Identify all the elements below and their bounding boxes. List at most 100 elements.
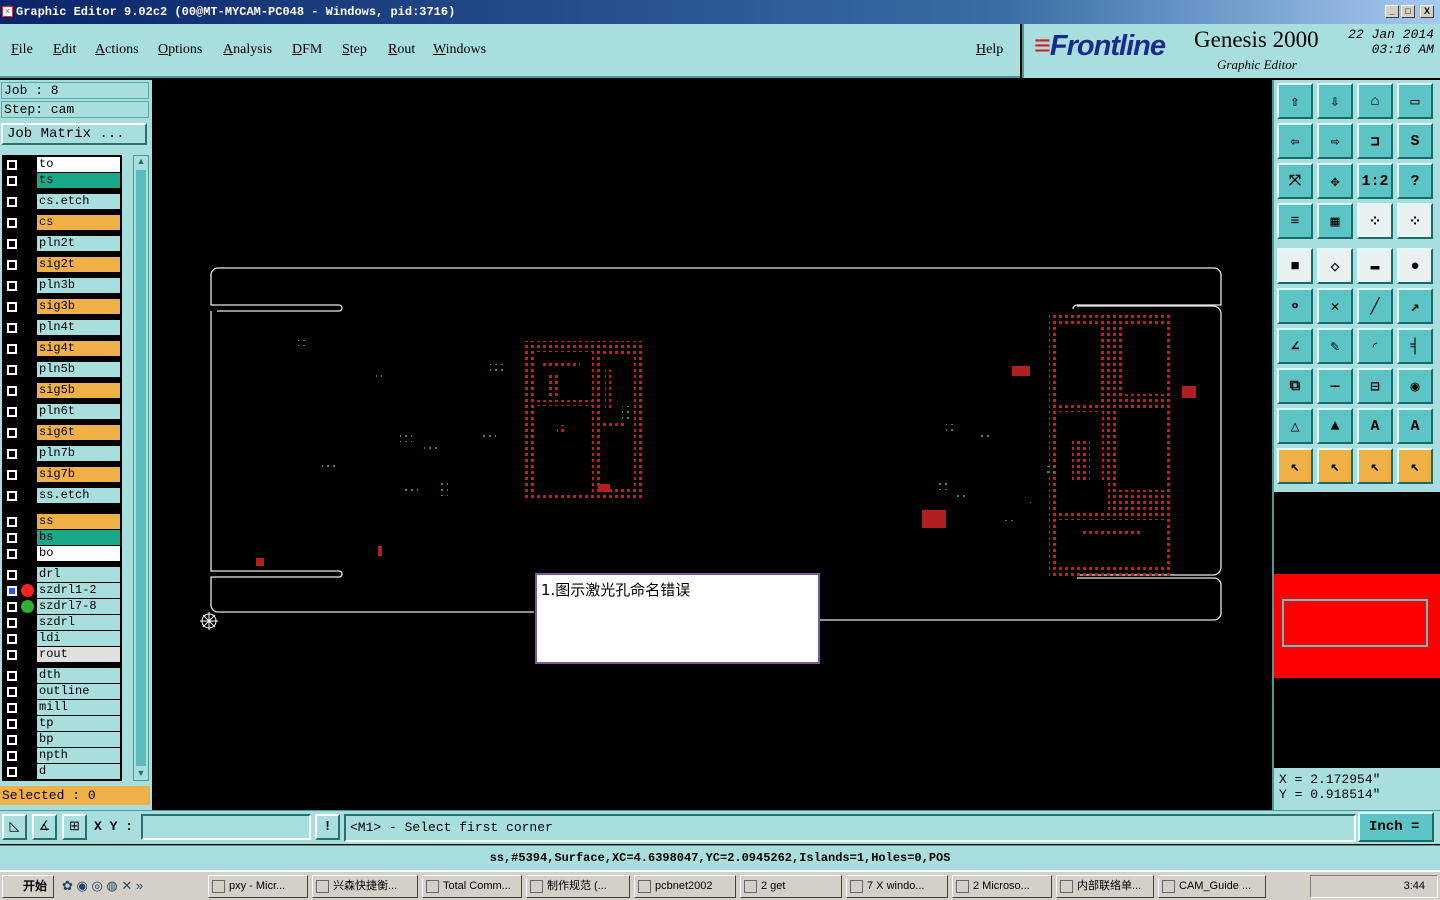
layer-checkbox[interactable] — [7, 549, 17, 559]
help-icon[interactable]: ? — [1397, 163, 1433, 199]
layer-row[interactable]: cs — [2, 215, 122, 230]
arch-icon[interactable]: A — [1357, 408, 1393, 444]
layer-checkbox[interactable] — [7, 586, 17, 596]
menu-analysis[interactable]: Analysis — [223, 42, 272, 58]
scroll-down-icon[interactable]: ▼ — [135, 768, 147, 780]
layer-row[interactable]: pln2t — [2, 236, 122, 251]
layer-row[interactable]: ldi — [2, 631, 122, 646]
layer-name[interactable]: d — [37, 764, 120, 779]
angle-icon[interactable]: ∠ — [1277, 328, 1313, 364]
layer-row[interactable]: sig7b — [2, 467, 122, 482]
layer-row[interactable]: ss — [2, 514, 122, 529]
layer-row[interactable]: d — [2, 764, 122, 779]
layer-name[interactable]: pln2t — [37, 236, 120, 251]
layer-name[interactable]: npth — [37, 748, 120, 763]
taskbar-item[interactable]: CAM_Guide ... — [1158, 875, 1266, 898]
layer-name[interactable]: sig4t — [37, 341, 120, 356]
layer-row[interactable]: pln3b — [2, 278, 122, 293]
taskbar-item[interactable]: 2 get — [740, 875, 842, 898]
layer-checkbox[interactable] — [7, 323, 17, 333]
layer-checkbox[interactable] — [7, 197, 17, 207]
overview-map[interactable] — [1274, 492, 1440, 768]
layer-row[interactable]: bs — [2, 530, 122, 545]
start-button[interactable]: 开始 — [2, 875, 54, 898]
layer-checkbox[interactable] — [7, 302, 17, 312]
menu-windows[interactable]: Windows — [433, 42, 486, 58]
copy-icon[interactable]: ⧉ — [1277, 368, 1313, 404]
arch2-icon[interactable]: A — [1397, 408, 1433, 444]
layer-checkbox[interactable] — [7, 260, 17, 270]
layer-checkbox[interactable] — [7, 687, 17, 697]
maximize-button[interactable]: □ — [1401, 5, 1415, 18]
taskbar-item[interactable]: 内部联络单... — [1056, 875, 1154, 898]
pad-icon[interactable]: ● — [1397, 248, 1433, 284]
zoom-toggle-icon[interactable]: ⊐ — [1357, 123, 1393, 159]
minus-icon[interactable]: — — [1317, 368, 1353, 404]
layer-name[interactable]: ldi — [37, 631, 120, 646]
layer-name[interactable]: dth — [37, 668, 120, 683]
cross-icon[interactable]: ✕ — [1317, 288, 1353, 324]
taskbar-item[interactable]: pxy - Micr... — [208, 875, 308, 898]
layer-name[interactable]: bo — [37, 546, 120, 561]
layer-name[interactable]: szdrl7-8 — [37, 599, 120, 614]
menu-step[interactable]: Step — [342, 42, 367, 58]
layer-row[interactable]: bp — [2, 732, 122, 747]
layer-row[interactable]: rout — [2, 647, 122, 662]
shapes-icon[interactable]: ◉ — [1397, 368, 1433, 404]
scroll-up-icon[interactable]: ▲ — [135, 156, 147, 168]
layer-checkbox[interactable] — [7, 618, 17, 628]
layer-name[interactable]: cs — [37, 215, 120, 230]
close-button[interactable]: X — [1420, 5, 1434, 18]
layer-name[interactable]: rout — [37, 647, 120, 662]
layer-row[interactable]: pln7b — [2, 446, 122, 461]
layer-name[interactable]: ss.etch — [37, 488, 120, 503]
layer-name[interactable]: pln6t — [37, 404, 120, 419]
layer-checkbox[interactable] — [7, 570, 17, 580]
zoom-window-icon[interactable]: ▭ — [1397, 83, 1433, 119]
layer-name[interactable]: pln5b — [37, 362, 120, 377]
xy-input[interactable] — [141, 814, 311, 840]
taskbar-item[interactable]: 制作规范 (... — [526, 875, 630, 898]
layer-name[interactable]: bs — [37, 530, 120, 545]
quick-launch[interactable]: ✿ ◉ ◎ ◍ ✕ » — [62, 878, 182, 896]
layer-name[interactable]: outline — [37, 684, 120, 699]
layer-name[interactable]: tp — [37, 716, 120, 731]
menu-rout[interactable]: Rout — [388, 42, 415, 58]
layer-name[interactable]: sig6t — [37, 425, 120, 440]
menu-actions[interactable]: Actions — [95, 42, 139, 58]
layer-checkbox[interactable] — [7, 218, 17, 228]
layer-row[interactable]: mill — [2, 700, 122, 715]
layer-name[interactable]: sig3b — [37, 299, 120, 314]
layer-checkbox[interactable] — [7, 386, 17, 396]
line-icon[interactable]: ╱ — [1357, 288, 1393, 324]
alert-icon[interactable]: ! — [315, 814, 340, 840]
layer-name[interactable]: szdrl1-2 — [37, 583, 120, 598]
layer-name[interactable]: pln7b — [37, 446, 120, 461]
layer-checkbox[interactable] — [7, 719, 17, 729]
layer-checkbox[interactable] — [7, 449, 17, 459]
layer-row[interactable]: pln4t — [2, 320, 122, 335]
arrow-line-icon[interactable]: ↗ — [1397, 288, 1433, 324]
taskbar-item[interactable]: pcbnet2002 — [634, 875, 736, 898]
annotation-popup[interactable]: 1.图示激光孔命名错误 — [535, 573, 820, 664]
select3-icon[interactable]: ↖ — [1357, 448, 1393, 484]
select-icon[interactable]: ↖ — [1277, 448, 1313, 484]
taskbar-item[interactable]: 兴森快捷衡... — [312, 875, 418, 898]
menu-options[interactable]: Options — [158, 42, 202, 58]
layer-row[interactable]: ts — [2, 173, 122, 188]
layer-scrollbar[interactable]: ▲ ▼ — [133, 155, 149, 781]
layer-row[interactable]: sig3b — [2, 299, 122, 314]
units-selector[interactable]: Inch = — [1358, 812, 1434, 842]
pen-icon[interactable]: ✎ — [1317, 328, 1353, 364]
layer-name[interactable]: mill — [37, 700, 120, 715]
layer-row[interactable]: bo — [2, 546, 122, 561]
ruler-icon[interactable]: ▬ — [1357, 248, 1393, 284]
graphic-canvas[interactable] — [152, 80, 1272, 810]
layer-name[interactable]: sig7b — [37, 467, 120, 482]
layer-checkbox[interactable] — [7, 239, 17, 249]
layer-name[interactable]: szdrl — [37, 615, 120, 630]
layer-checkbox[interactable] — [7, 176, 17, 186]
layer-name[interactable]: sig2t — [37, 257, 120, 272]
layer-name[interactable]: to — [37, 157, 120, 172]
net-icon[interactable]: ⁘ — [1357, 203, 1393, 239]
